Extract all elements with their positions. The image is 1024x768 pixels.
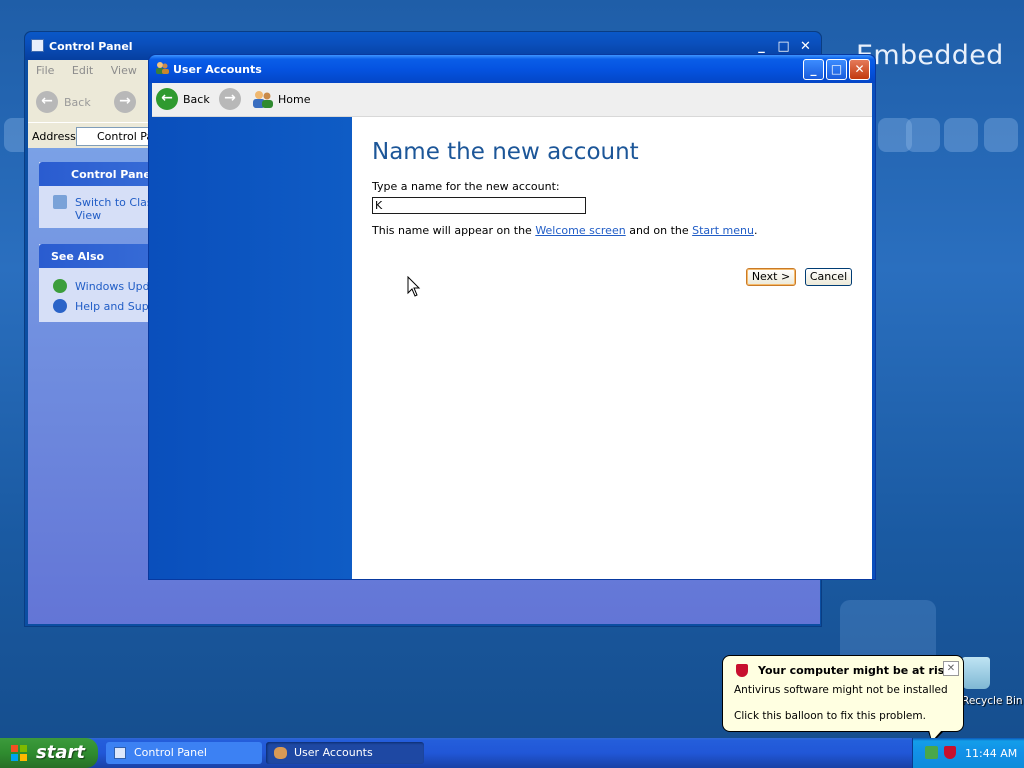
recycle-bin-label[interactable]: Recycle Bin (962, 695, 1024, 707)
maximize-button[interactable]: □ (826, 59, 847, 80)
security-balloon[interactable]: Your computer might be at risk Antivirus… (722, 655, 964, 732)
balloon-message: Antivirus software might not be installe… (734, 684, 948, 696)
account-name-input[interactable] (372, 197, 586, 214)
clock[interactable]: 11:44 AM (965, 747, 1017, 760)
help-icon (53, 299, 67, 313)
forward-arrow-icon[interactable]: → (219, 88, 241, 110)
control-panel-title: Control Panel (49, 40, 133, 53)
account-name-note: This name will appear on the Welcome scr… (372, 224, 758, 237)
recycle-bin-icon[interactable] (962, 657, 990, 689)
user-accounts-titlebar[interactable]: User Accounts _ □ ✕ (149, 55, 875, 83)
back-arrow-icon[interactable]: ← (36, 91, 58, 113)
taskbar: start Control Panel User Accounts 11:44 … (0, 738, 1024, 768)
user-accounts-main-pane: Name the new account Type a name for the… (352, 117, 872, 579)
menu-edit[interactable]: Edit (72, 64, 93, 77)
user-accounts-window: User Accounts _ □ ✕ ← Back → Home Name t… (148, 54, 876, 580)
windows-update-icon (53, 279, 67, 293)
home-users-icon[interactable] (252, 89, 274, 109)
taskbar-button-user-accounts[interactable]: User Accounts (266, 742, 424, 764)
balloon-close-icon[interactable]: ✕ (943, 661, 959, 676)
control-panel-icon (31, 39, 44, 52)
page-title: Name the new account (372, 139, 639, 165)
menu-file[interactable]: File (36, 64, 54, 77)
windows-logo-icon (11, 745, 27, 761)
user-accounts-icon (156, 62, 169, 74)
user-accounts-left-pane (152, 117, 352, 579)
user-accounts-title: User Accounts (173, 63, 262, 76)
start-button[interactable]: start (0, 738, 98, 768)
close-button[interactable]: ✕ (849, 59, 870, 80)
taskbar-button-control-panel[interactable]: Control Panel (106, 742, 262, 764)
back-arrow-icon[interactable]: ← (156, 88, 178, 110)
back-label[interactable]: Back (183, 93, 210, 106)
home-label[interactable]: Home (278, 93, 310, 106)
name-prompt-label: Type a name for the new account: (372, 180, 560, 193)
desktop-brand-text: Embedded (856, 40, 1004, 71)
shield-warning-icon (736, 664, 748, 677)
address-label: Address (32, 130, 76, 143)
next-button[interactable]: Next > (746, 268, 796, 286)
mouse-cursor-icon (407, 276, 421, 297)
welcome-screen-link[interactable]: Welcome screen (535, 224, 625, 237)
menu-view[interactable]: View (111, 64, 137, 77)
control-panel-icon (114, 747, 126, 759)
cancel-button[interactable]: Cancel (805, 268, 852, 286)
forward-arrow-icon[interactable]: → (114, 91, 136, 113)
switch-view-icon (53, 195, 67, 209)
network-icon[interactable] (925, 746, 938, 759)
start-menu-link[interactable]: Start menu (692, 224, 754, 237)
start-label: start (36, 742, 85, 763)
minimize-button[interactable]: _ (803, 59, 824, 80)
back-label[interactable]: Back (64, 96, 91, 109)
balloon-instruction: Click this balloon to fix this problem. (734, 710, 926, 722)
balloon-title: Your computer might be at risk (758, 664, 952, 677)
security-shield-icon[interactable] (944, 746, 956, 759)
user-accounts-toolbar: ← Back → Home (152, 83, 872, 117)
user-accounts-icon (274, 747, 287, 759)
system-tray: 11:44 AM (912, 738, 1024, 768)
